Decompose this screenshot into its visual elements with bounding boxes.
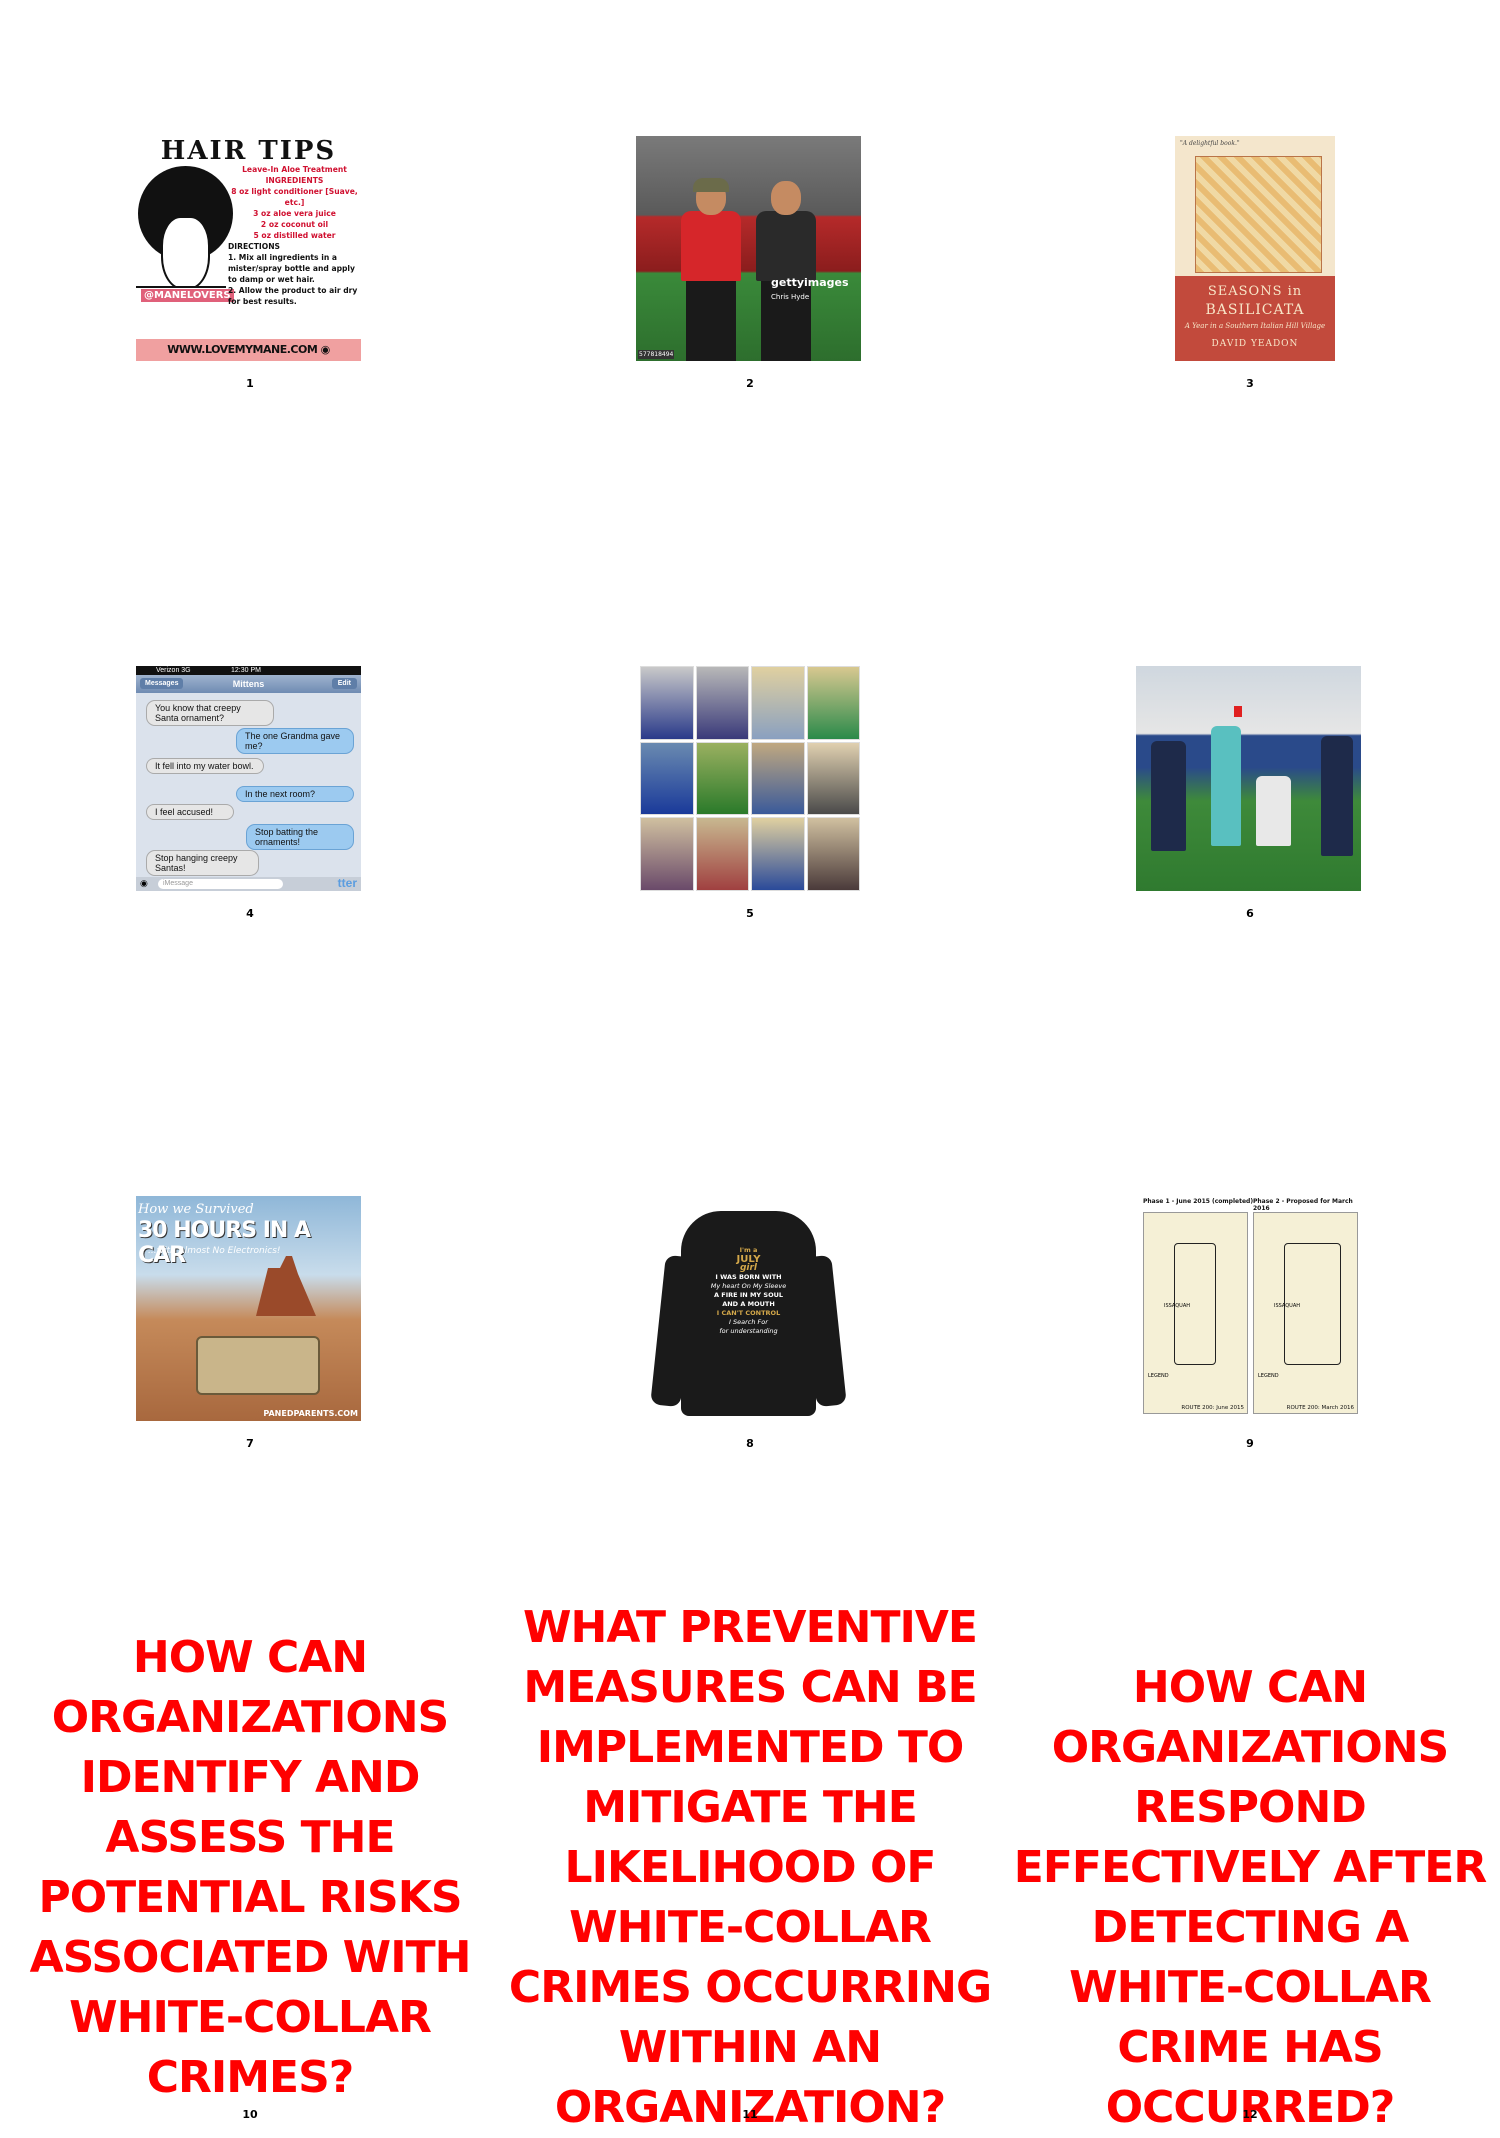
village-illustration: [1195, 156, 1322, 273]
hoodie-image[interactable]: I'm a JULY girl I WAS BORN WITH My heart…: [636, 1196, 861, 1421]
messages-nav-bar: Messages Mittens Edit: [136, 675, 361, 693]
ingredient-item: 8 oz light conditioner [Suave, etc.]: [231, 187, 358, 207]
map-panel-right: ISSAQUAH LEGEND ROUTE 200: March 2016: [1253, 1212, 1358, 1414]
cell-number: 4: [246, 907, 254, 920]
watermark: PANEDPARENTS.COM: [263, 1409, 358, 1418]
hair-tips-image[interactable]: HAIR TIPS @MANELOVERS Leave-In Aloe Trea…: [136, 136, 361, 361]
message-bubble: It fell into my water bowl.: [146, 758, 264, 774]
grid-cell-1: HAIR TIPS @MANELOVERS Leave-In Aloe Trea…: [0, 0, 500, 530]
contact-name: Mittens: [232, 679, 265, 689]
player-figure: [1151, 741, 1186, 851]
phone-status-bar: Verizon 3G 12:30 PM: [136, 666, 361, 675]
car-title-line1: How we Survived: [138, 1202, 254, 1217]
cell-number: 1: [246, 377, 254, 390]
soccer-photo[interactable]: [1136, 666, 1361, 891]
face-illustration: [161, 216, 210, 290]
cell-number: 11: [742, 2108, 758, 2121]
message-input: iMessage: [158, 879, 283, 889]
messages-back-button: Messages: [140, 678, 184, 689]
messages-screenshot[interactable]: Verizon 3G 12:30 PM Messages Mittens Edi…: [136, 666, 361, 891]
grid-cell-8: I'm a JULY girl I WAS BORN WITH My heart…: [500, 1060, 1000, 1590]
question-text: WHAT PREVENTIVE MEASURES CAN BE IMPLEMEN…: [508, 1602, 992, 2133]
map-caption-right: Phase 2 - Proposed for March 2016: [1253, 1198, 1353, 1212]
question-text: HOW CAN ORGANIZATIONS RESPOND EFFECTIVEL…: [1013, 1662, 1487, 2133]
grid-cell-3: "A delightful book." SEASONS in BASILICA…: [1000, 0, 1500, 530]
red-card-icon: [1234, 706, 1242, 717]
hoodie-print: I'm a JULY girl I WAS BORN WITH My heart…: [710, 1246, 787, 1335]
map-caption-left: Phase 1 - June 2015 (completed): [1143, 1198, 1254, 1205]
referee-figure: [1211, 726, 1241, 846]
message-bubble: I feel accused!: [146, 804, 234, 820]
car-title-line2: 30 HOURS IN A CAR: [138, 1218, 311, 1268]
recipe-subtitle: Leave-In Aloe Treatment: [242, 165, 347, 174]
cell-number: 10: [242, 2108, 258, 2121]
ingredient-item: 2 oz coconut oil: [260, 220, 329, 229]
route-map-image[interactable]: Phase 1 - June 2015 (completed) Phase 2 …: [1143, 1196, 1358, 1421]
message-bubble: Stop hanging creepy Santas!: [146, 850, 259, 876]
car-title-line3: ...with Almost No Electronics!: [148, 1246, 281, 1256]
grid-cell-10: HOW CAN ORGANIZATIONS IDENTIFY AND ASSES…: [0, 1590, 500, 2121]
stadium-photo[interactable]: gettyimages Chris Hyde 577818494: [636, 136, 861, 361]
message-bubble: Stop batting the ornaments!: [246, 824, 354, 850]
direction-item: 1. Mix all ingredients in a mister/spray…: [228, 253, 355, 284]
cell-number: 9: [1246, 1437, 1254, 1450]
image-tag: 577818494: [638, 350, 675, 359]
send-overlay-text: tter: [337, 876, 357, 890]
player-right: [751, 176, 821, 361]
book-cover[interactable]: "A delightful book." SEASONS in BASILICA…: [1175, 136, 1335, 361]
cell-number: 2: [746, 377, 754, 390]
station-wagon: [196, 1336, 320, 1395]
grid-cell-7: How we Survived 30 HOURS IN A CAR ...wit…: [0, 1060, 500, 1590]
cell-number: 3: [1246, 377, 1254, 390]
book-author: DAVID YEADON: [1211, 339, 1299, 349]
edit-button: Edit: [331, 678, 357, 689]
grid-cell-6: 6: [1000, 530, 1500, 1060]
message-input-bar: ◉ iMessage tter: [136, 876, 361, 891]
message-bubble: The one Grandma gave me?: [236, 728, 354, 754]
map-panel-left: ISSAQUAH LEGEND ROUTE 200: June 2015: [1143, 1212, 1248, 1414]
book-title-line1: SEASONS in: [1207, 284, 1303, 299]
ingredient-item: 3 oz aloe vera juice: [253, 209, 336, 218]
directions-label: DIRECTIONS: [228, 242, 281, 251]
grid-cell-9: Phase 1 - June 2015 (completed) Phase 2 …: [1000, 1060, 1500, 1590]
question-text: HOW CAN ORGANIZATIONS IDENTIFY AND ASSES…: [29, 1632, 472, 2103]
hair-tips-title: HAIR TIPS: [160, 136, 337, 166]
hair-recipe: Leave-In Aloe Treatment INGREDIENTS 8 oz…: [228, 164, 361, 307]
book-subtitle: A Year in a Southern Italian Hill Villag…: [1184, 322, 1326, 330]
player-figure: [1321, 736, 1353, 856]
grid-cell-2: gettyimages Chris Hyde 577818494 2: [500, 0, 1000, 530]
grid-cell-12: HOW CAN ORGANIZATIONS RESPOND EFFECTIVEL…: [1000, 1590, 1500, 2133]
direction-item: 2. Allow the product to air dry for best…: [228, 286, 358, 306]
book-title-line2: BASILICATA: [1205, 302, 1305, 318]
cell-number: 6: [1246, 907, 1254, 920]
hair-badge: @MANELOVERS: [141, 289, 234, 302]
group-photo-collage[interactable]: [640, 666, 860, 891]
ingredients-label: INGREDIENTS: [265, 176, 324, 185]
book-blurb: "A delightful book.": [1180, 140, 1240, 147]
road-trip-image[interactable]: How we Survived 30 HOURS IN A CAR ...wit…: [136, 1196, 361, 1421]
cell-number: 7: [246, 1437, 254, 1450]
grid-cell-5: 5: [500, 530, 1000, 1060]
message-bubble: You know that creepy Santa ornament?: [146, 700, 274, 726]
ingredient-item: 5 oz distilled water: [253, 231, 336, 240]
cell-number: 8: [746, 1437, 754, 1450]
cell-number: 5: [746, 907, 754, 920]
player-figure: [1256, 776, 1291, 846]
cell-number: 12: [1242, 2108, 1258, 2121]
grid-cell-4: Verizon 3G 12:30 PM Messages Mittens Edi…: [0, 530, 500, 1060]
camera-icon: ◉: [140, 878, 148, 888]
grid-cell-11: WHAT PREVENTIVE MEASURES CAN BE IMPLEMEN…: [500, 1590, 1000, 2133]
hair-footer: WWW.LOVEMYMANE.COM ◉ @MANELOVERS: [136, 339, 361, 361]
watermark: gettyimages Chris Hyde: [771, 276, 849, 301]
player-left: [676, 176, 746, 361]
message-bubble: In the next room?: [236, 786, 354, 802]
